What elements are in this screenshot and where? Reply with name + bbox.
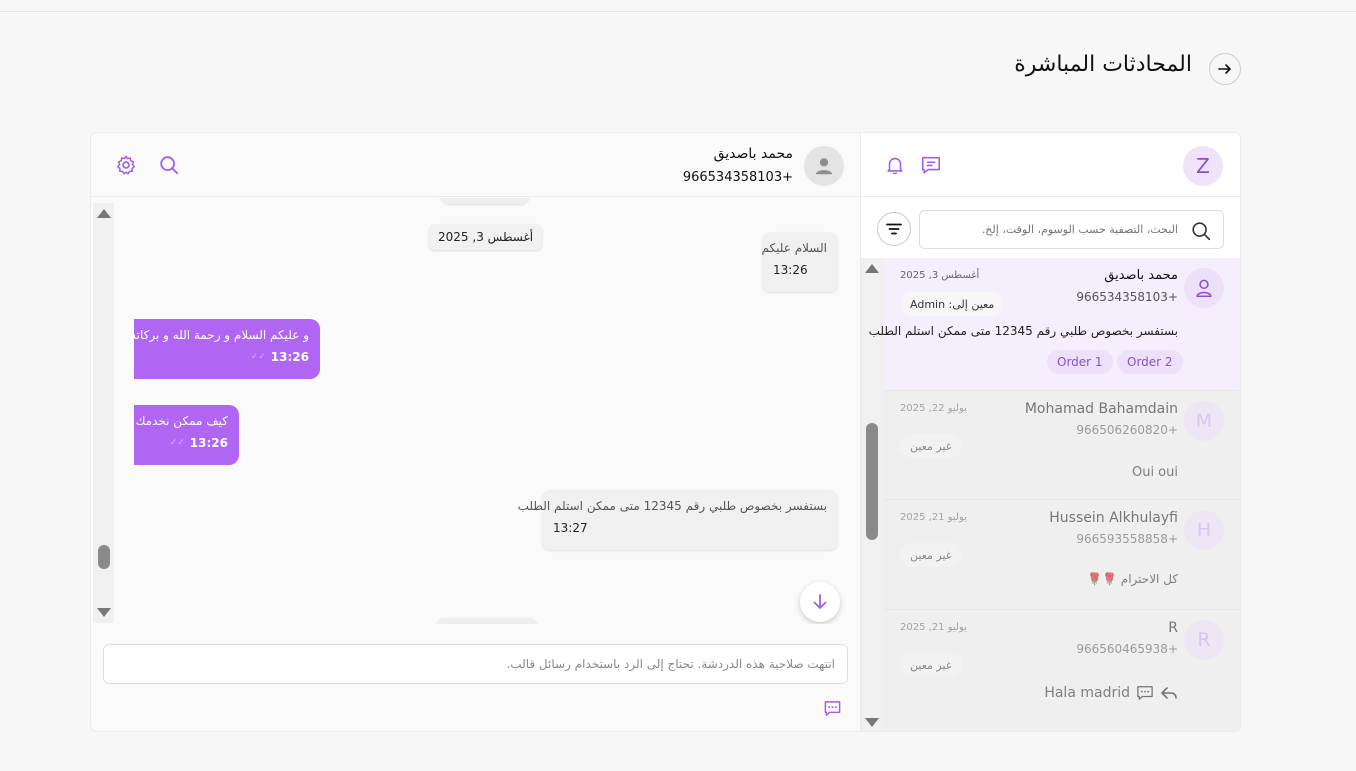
conversation-search-input[interactable] xyxy=(920,211,1190,248)
message-icon xyxy=(921,156,941,174)
contact-avatar xyxy=(804,146,844,186)
unassigned-tag: غير معين xyxy=(900,653,962,677)
user-icon xyxy=(1196,279,1212,298)
conversation-phone: 966593558858+ xyxy=(1076,532,1178,546)
tag-label: غير معين xyxy=(910,658,952,672)
conversation-date: أغسطس 3, 2025 xyxy=(900,270,980,281)
gear-icon xyxy=(117,155,135,175)
search-icon xyxy=(160,156,179,175)
double-check-icon: ✓✓ xyxy=(250,352,266,362)
message-text: السلام عليكم xyxy=(761,241,827,255)
arrow-right-icon xyxy=(1218,64,1231,74)
scroll-up-arrow[interactable] xyxy=(97,209,111,218)
order-tag[interactable]: Order 1 xyxy=(1047,350,1113,374)
message-composer[interactable]: انتهت صلاحية هذه الدردشة. تحتاج إلى الرد… xyxy=(103,644,848,684)
message-list[interactable]: أغسطس 3, 2025 السلام عليكم 13:26 و عليكم… xyxy=(91,198,860,624)
conversation-last-message: بستفسر بخصوص طلبي رقم 12345 متى ممكن است… xyxy=(868,324,1178,338)
conversation-name: R xyxy=(1168,620,1178,636)
conversation-date: يوليو 22, 2025 xyxy=(900,403,967,414)
scroll-thumb[interactable] xyxy=(98,545,110,569)
message-bubble-incoming: السلام عليكم 13:26 xyxy=(762,232,838,292)
conversation-last-message: Hala madrid xyxy=(1044,685,1130,701)
conversation-last-message: Oui oui xyxy=(1131,465,1178,480)
search-icon xyxy=(1192,222,1211,241)
user-icon xyxy=(815,158,833,175)
contact-name: محمد باصديق xyxy=(713,146,793,162)
conversation-name: Hussein Alkhulayfi xyxy=(1049,510,1178,526)
unassigned-tag: غير معين xyxy=(900,434,962,458)
conversation-last-message: كل الاحترام 🌹🌹 xyxy=(1087,572,1178,586)
scroll-up-arrow[interactable] xyxy=(865,264,879,273)
arrow-down-icon xyxy=(813,594,827,609)
conversation-avatar: R xyxy=(1184,620,1224,660)
conversation-item[interactable]: H Hussein Alkhulayfi 966593558858+ يوليو… xyxy=(884,500,1240,610)
bell-icon xyxy=(887,157,903,175)
conversation-last-message-row: Hala madrid xyxy=(1044,685,1178,701)
reply-icon xyxy=(1161,687,1177,699)
conversation-date: يوليو 21, 2025 xyxy=(900,622,967,633)
user-avatar[interactable]: Z xyxy=(1183,146,1223,186)
assigned-tag: معين إلى: Admin xyxy=(900,292,1005,316)
conversation-list-panel: Z محمد باصديق 966534358103+ أغسطس 3, 202… xyxy=(861,132,1241,732)
date-chip: أغسطس 3, 2025 xyxy=(429,224,543,250)
conversation-item[interactable]: R R 966560465938+ يوليو 21, 2025 غير معي… xyxy=(884,610,1240,731)
conversation-avatar: M xyxy=(1184,401,1224,441)
filter-button[interactable] xyxy=(877,212,911,246)
conversation-date: يوليو 21, 2025 xyxy=(900,512,967,523)
chat-panel: محمد باصديق 966534358103+ أغسطس 3, 2025 … xyxy=(90,132,861,732)
next-item-edge xyxy=(436,618,538,624)
conversation-avatar xyxy=(1184,268,1224,308)
scroll-down-arrow[interactable] xyxy=(865,718,879,727)
message-text: و عليكم السلام و رحمة الله و بركاته xyxy=(130,328,309,342)
conversation-name: محمد باصديق xyxy=(1104,268,1178,283)
message-time: 13:26 xyxy=(270,350,309,364)
notifications-button[interactable] xyxy=(883,153,907,177)
conversation-phone: 966534358103+ xyxy=(1076,290,1178,304)
conversation-name: Mohamad Bahamdain xyxy=(1024,401,1178,417)
message-bubble-outgoing: كيف ممكن نخدمك ✓✓ 13:26 xyxy=(134,405,239,465)
scroll-to-bottom-button[interactable] xyxy=(800,582,840,622)
conversation-phone: 966560465938+ xyxy=(1076,642,1178,656)
template-message-button[interactable] xyxy=(822,698,842,718)
conversation-phone: 966506260820+ xyxy=(1076,423,1178,437)
conversation-item[interactable]: محمد باصديق 966534358103+ أغسطس 3, 2025 … xyxy=(869,258,1240,391)
message-time: 13:27 xyxy=(553,521,588,535)
settings-button[interactable] xyxy=(114,153,138,177)
chat-header: محمد باصديق 966534358103+ xyxy=(91,133,860,197)
message-bubble-incoming: بستفسر بخصوص طلبي رقم 12345 متى ممكن است… xyxy=(517,490,838,550)
filter-icon xyxy=(886,223,902,235)
unassigned-tag: غير معين xyxy=(900,543,962,567)
list-header: Z xyxy=(861,133,1240,197)
previous-item-edge xyxy=(441,198,529,204)
message-dots-icon xyxy=(1137,686,1153,700)
search-chat-button[interactable] xyxy=(157,153,181,177)
message-time: 13:26 xyxy=(773,263,808,277)
search-box[interactable] xyxy=(919,210,1224,249)
message-time: 13:26 xyxy=(189,436,228,450)
message-text: كيف ممكن نخدمك xyxy=(135,414,228,428)
scroll-thumb[interactable] xyxy=(866,423,878,540)
double-check-icon: ✓✓ xyxy=(169,438,185,448)
message-bubble-outgoing: و عليكم السلام و رحمة الله و بركاته ✓✓ 13… xyxy=(130,319,320,379)
scroll-down-arrow[interactable] xyxy=(97,608,111,617)
message-dots-icon xyxy=(824,700,840,716)
page-title: المحادثات المباشرة xyxy=(1014,52,1192,77)
new-chat-button[interactable] xyxy=(919,153,943,177)
message-scrollbar[interactable] xyxy=(93,203,114,623)
conversation-avatar: H xyxy=(1184,510,1224,550)
message-text: بستفسر بخصوص طلبي رقم 12345 متى ممكن است… xyxy=(517,499,827,513)
conversation-item[interactable]: M Mohamad Bahamdain 966506260820+ يوليو … xyxy=(884,391,1240,500)
top-divider xyxy=(0,11,1356,12)
back-button[interactable] xyxy=(1209,53,1241,85)
order-tag[interactable]: Order 2 xyxy=(1117,350,1183,374)
contact-phone: 966534358103+ xyxy=(682,170,793,185)
